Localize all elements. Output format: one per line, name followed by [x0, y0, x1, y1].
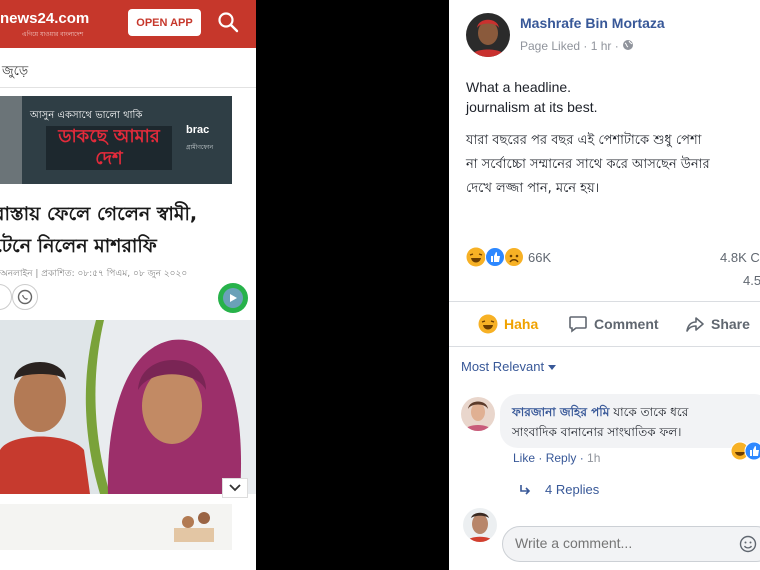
caret-down-icon: [547, 365, 556, 370]
post-author[interactable]: Mashrafe Bin Mortaza: [520, 15, 665, 31]
like-icon: [485, 247, 505, 267]
chevron-down-icon[interactable]: [222, 478, 248, 498]
globe-icon: [623, 40, 634, 50]
post-subtitle: Page Liked · 1 hr ·: [520, 39, 634, 53]
breadcrumb[interactable]: জুড়ে: [2, 62, 28, 83]
whatsapp-icon[interactable]: [12, 284, 38, 310]
bottom-ad[interactable]: [0, 504, 232, 550]
write-comment-box[interactable]: [502, 526, 760, 562]
search-icon[interactable]: [217, 11, 239, 33]
sort-label: Most Relevant: [461, 359, 545, 374]
divider: [449, 301, 760, 302]
comment-actions: Like · Reply · 1h: [513, 451, 601, 465]
comment-reply-link[interactable]: Reply: [546, 451, 577, 465]
headline-line-1: রাস্তায় ফেলে গেলেন স্বামী,: [0, 203, 198, 225]
comment-like-link[interactable]: Like: [513, 451, 535, 465]
commenter-avatar[interactable]: [461, 397, 495, 431]
comment-bubble: ফারজানা জহির পমি যাকে তাকে ধরে সাংবাদিক …: [500, 394, 760, 448]
article-meta: অনলাইন | প্রকাশিত: ০৮:৫৭ পিএম, ০৮ জুন ২০…: [0, 269, 188, 279]
news-article-panel: news24.com এগিয়ে যাওয়ার বাংলাদেশ OPEN …: [0, 0, 256, 570]
emoji-icon[interactable]: [739, 535, 757, 553]
post-text-line: journalism at its best.: [466, 99, 598, 115]
divider: [449, 346, 760, 347]
share-icon: [686, 317, 704, 332]
play-icon: [230, 294, 237, 302]
comments-count[interactable]: 4.8K C: [720, 250, 760, 265]
comment-label: Comment: [594, 316, 659, 332]
post-text-bangla: যারা বছরের পর বছর এই পেশাটাকে শুধু পেশা: [466, 133, 702, 148]
post-text-bangla: দেখে লজ্জা পান, মনে হয়।: [466, 181, 600, 196]
article-headline: রাস্তায় ফেলে গেলেন স্বামী, টেনে নিলেন ম…: [0, 198, 256, 262]
comment-time[interactable]: 1h: [587, 451, 600, 465]
haha-button[interactable]: Haha: [478, 312, 538, 336]
post-text-line: What a headline.: [466, 79, 572, 95]
comment-text: ফারজানা জহির পমি যাকে তাকে ধরে সাংবাদিক …: [512, 402, 688, 442]
brac-logo: brac: [186, 124, 210, 136]
view-replies-link[interactable]: 4 Replies: [519, 482, 599, 497]
sort-comments-dropdown[interactable]: Most Relevant: [461, 359, 556, 374]
reply-arrow-icon: [520, 484, 531, 495]
sponsor-logo: গ্রামীণফোন: [186, 144, 214, 151]
share-icon[interactable]: [0, 284, 12, 310]
ad-image: [0, 96, 22, 184]
banner-ad[interactable]: আসুন একসাথে ভালো থাকি ডাকছে আমার দেশ bra…: [0, 96, 232, 184]
divider: [0, 87, 256, 88]
article-photo[interactable]: [0, 320, 256, 494]
replies-label: 4 Replies: [545, 482, 600, 497]
shares-count[interactable]: 4.5: [743, 273, 760, 288]
play-audio-button[interactable]: [218, 283, 248, 313]
current-user-avatar[interactable]: [463, 508, 497, 542]
post-text-bangla: না সর্বোচ্চো সম্মানের সাথে করে আসছেন উনা…: [466, 157, 710, 172]
write-comment-input[interactable]: [515, 535, 715, 551]
share-button[interactable]: Share: [685, 312, 750, 336]
news-header: news24.com এগিয়ে যাওয়ার বাংলাদেশ OPEN …: [0, 0, 256, 48]
reaction-count[interactable]: 66K: [528, 250, 551, 265]
facebook-post: Mashrafe Bin Mortaza Page Liked · 1 hr ·…: [449, 0, 760, 570]
ad-headline: ডাকছে আমার দেশ: [46, 126, 172, 170]
page-avatar[interactable]: [466, 13, 510, 57]
open-app-button[interactable]: OPEN APP: [128, 9, 201, 36]
share-label: Share: [711, 316, 750, 332]
haha-icon: [478, 314, 498, 334]
comment-text-line: সাংবাদিক বানানোর সাংঘাতিক ফল।: [512, 425, 682, 439]
logo-tagline: এগিয়ে যাওয়ার বাংলাদেশ: [22, 31, 84, 38]
ad-slogan: আসুন একসাথে ভালো থাকি: [30, 110, 143, 121]
comment-button[interactable]: Comment: [568, 312, 659, 336]
headline-line-2: টেনে নিলেন মাশরাফি: [0, 235, 157, 257]
haha-icon: [466, 247, 486, 267]
post-timestamp[interactable]: Page Liked · 1 hr ·: [520, 39, 619, 53]
sad-icon: [504, 247, 524, 267]
haha-label: Haha: [504, 316, 539, 332]
comment-text-line: যাকে তাকে ধরে: [613, 405, 689, 419]
news24-logo[interactable]: news24.com: [0, 10, 89, 27]
comment-icon: [569, 316, 587, 333]
comment-reactions[interactable]: [730, 441, 760, 461]
comment-author[interactable]: ফারজানা জহির পমি: [512, 405, 609, 419]
